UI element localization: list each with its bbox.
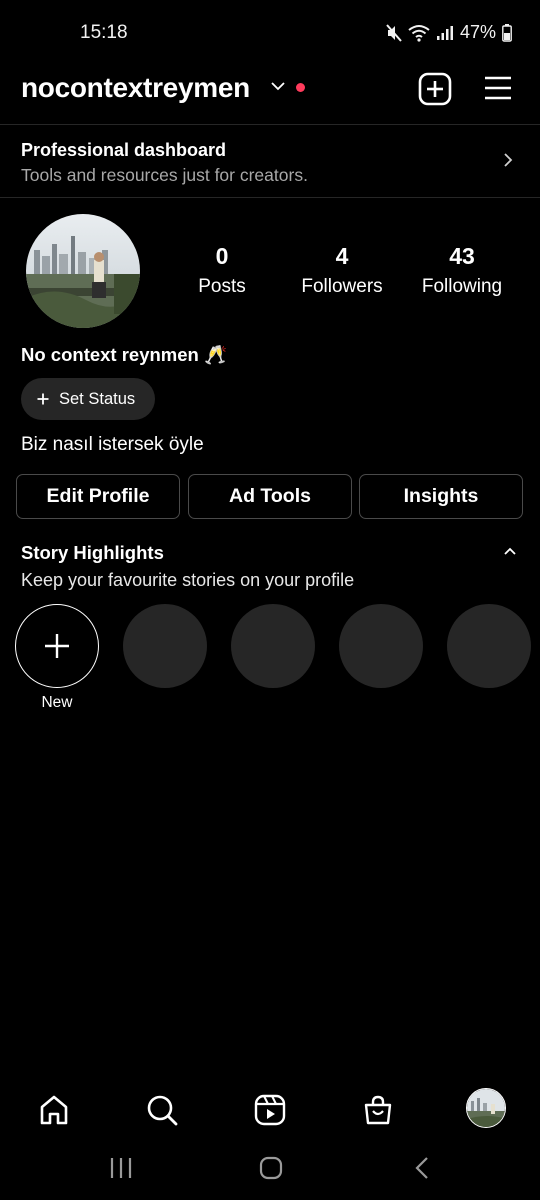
shop-icon[interactable]	[358, 1090, 398, 1130]
divider	[0, 197, 540, 198]
wifi-icon	[408, 24, 430, 42]
bio-text: Biz nasıl istersek öyle	[21, 434, 204, 455]
set-status-label: Set Status	[59, 389, 136, 408]
profile-avatar[interactable]	[466, 1088, 506, 1128]
menu-icon[interactable]	[484, 75, 512, 103]
reels-icon[interactable]	[250, 1090, 290, 1130]
highlight-placeholder	[339, 604, 423, 688]
edit-profile-button[interactable]: Edit Profile	[16, 474, 180, 519]
followers-stat[interactable]: 4 Followers	[277, 243, 407, 298]
battery-percent: 47%	[459, 22, 496, 42]
following-label: Following	[421, 276, 503, 297]
highlights-subtitle: Keep your favourite stories on your prof…	[21, 570, 355, 590]
profile-header: nocontextreymen	[0, 66, 540, 124]
insights-button[interactable]: Insights	[359, 474, 523, 519]
home-button-icon[interactable]	[259, 1156, 283, 1180]
plus-icon	[45, 634, 69, 658]
mute-icon	[386, 23, 402, 42]
home-icon[interactable]	[34, 1090, 74, 1130]
chevron-down-icon[interactable]	[270, 80, 286, 92]
posts-label: Posts	[198, 276, 246, 297]
new-highlight-button[interactable]	[15, 604, 99, 688]
back-icon[interactable]	[414, 1156, 430, 1180]
highlight-placeholder	[447, 604, 531, 688]
highlight-placeholder	[231, 604, 315, 688]
status-time: 15:18	[80, 22, 128, 43]
display-name: No context reynmen 🥂	[21, 344, 228, 365]
professional-dashboard-row[interactable]: Professional dashboard Tools and resourc…	[0, 125, 540, 197]
system-nav	[0, 1140, 540, 1200]
battery-icon	[502, 23, 512, 42]
recent-apps-icon[interactable]	[110, 1156, 132, 1180]
dashboard-title: Professional dashboard	[21, 140, 227, 160]
search-icon[interactable]	[142, 1090, 182, 1130]
highlights-title: Story Highlights	[21, 542, 164, 563]
ad-tools-button[interactable]: Ad Tools	[188, 474, 352, 519]
chevron-up-icon[interactable]	[503, 546, 517, 556]
plus-icon	[37, 393, 49, 405]
following-count: 43	[449, 243, 475, 269]
posts-count: 0	[215, 243, 229, 269]
following-stat[interactable]: 43 Following	[397, 243, 527, 298]
new-highlight-label: New	[41, 694, 73, 711]
status-icons: 47%	[386, 22, 512, 43]
signal-icon	[436, 25, 453, 40]
new-post-icon[interactable]	[418, 72, 452, 106]
set-status-button[interactable]: Set Status	[21, 378, 156, 420]
profile-avatar[interactable]	[26, 214, 140, 328]
bottom-nav	[0, 1078, 540, 1140]
username-switcher[interactable]: nocontextreymen	[21, 72, 250, 104]
followers-label: Followers	[301, 276, 383, 297]
notification-dot	[296, 83, 305, 92]
status-bar: 15:18 47%	[0, 0, 540, 66]
chevron-right-icon	[504, 153, 513, 167]
highlight-placeholder	[123, 604, 207, 688]
posts-stat[interactable]: 0 Posts	[157, 243, 287, 298]
dashboard-subtitle: Tools and resources just for creators.	[21, 165, 308, 185]
followers-count: 4	[335, 243, 349, 269]
